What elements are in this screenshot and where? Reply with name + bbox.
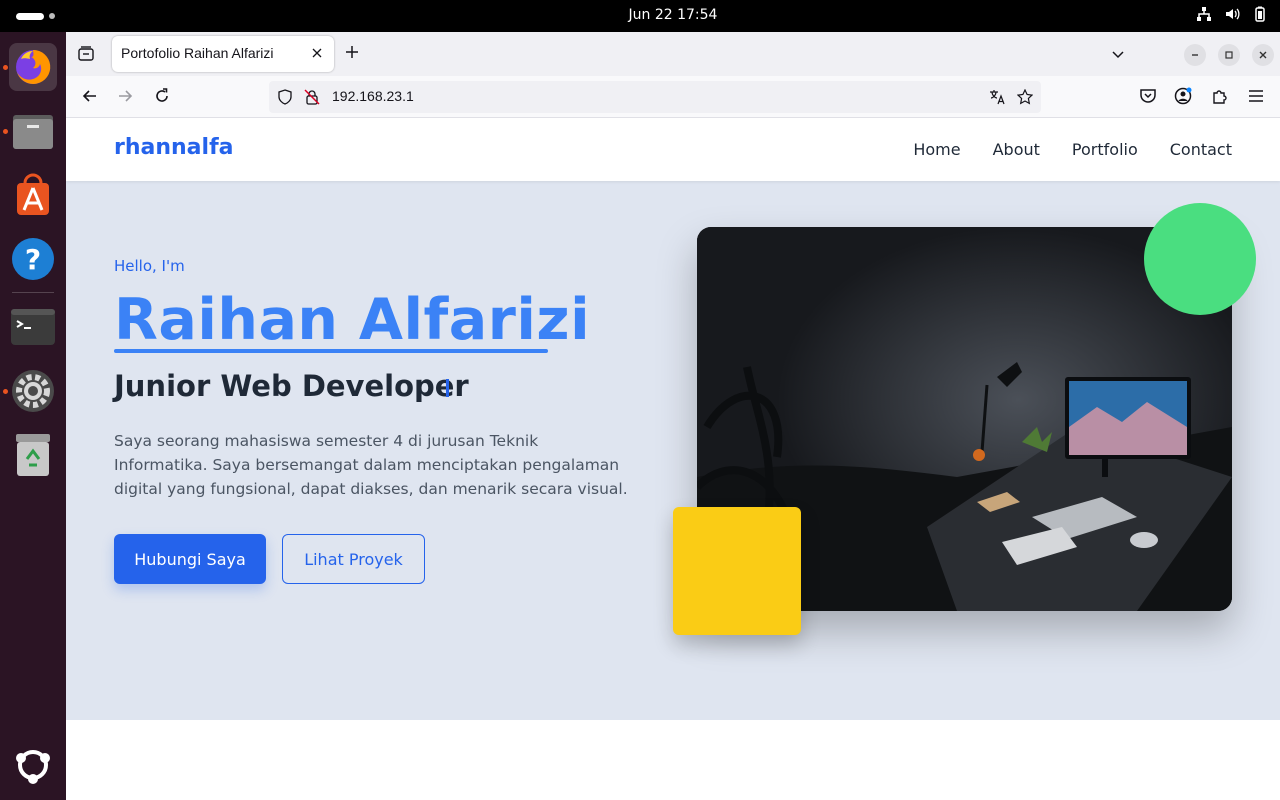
- help-icon[interactable]: ?: [9, 235, 57, 283]
- account-icon[interactable]: [1174, 87, 1192, 105]
- close-window-button[interactable]: [1252, 44, 1274, 66]
- terminal-icon[interactable]: [9, 303, 57, 351]
- app-center-icon[interactable]: [9, 171, 57, 219]
- minimize-button[interactable]: [1184, 44, 1206, 66]
- bookmark-star-icon[interactable]: [1017, 89, 1033, 105]
- dock-separator: [12, 292, 54, 293]
- maximize-button[interactable]: [1218, 44, 1240, 66]
- url-text: 192.168.23.1: [332, 88, 414, 104]
- system-top-bar: Jun 22 17:54: [0, 0, 1280, 32]
- back-icon[interactable]: [81, 87, 99, 105]
- close-tab-icon[interactable]: [310, 46, 324, 60]
- hero-section: Hello, I'm Raihan Alfarizi Junior Web De…: [66, 181, 1280, 720]
- tab-strip: Portofolio Raihan Alfarizi: [66, 32, 1280, 76]
- insecure-lock-icon[interactable]: [304, 89, 320, 105]
- forward-icon[interactable]: [116, 87, 134, 105]
- show-apps-icon[interactable]: [9, 741, 57, 789]
- battery-icon: [1255, 6, 1265, 22]
- decorative-yellow-square: [673, 507, 801, 635]
- settings-icon[interactable]: [9, 367, 57, 415]
- system-clock[interactable]: Jun 22 17:54: [0, 7, 1280, 23]
- nav-link-contact[interactable]: Contact: [1170, 140, 1232, 159]
- name-underline: [114, 349, 548, 353]
- site-nav: Home About Portfolio Contact: [913, 140, 1232, 159]
- hero-greeting: Hello, I'm: [114, 257, 185, 275]
- running-indicator: [3, 65, 8, 70]
- new-tab-icon[interactable]: [344, 44, 360, 60]
- nav-link-about[interactable]: About: [993, 140, 1040, 159]
- reload-icon[interactable]: [153, 87, 171, 105]
- ubuntu-dock: ?: [0, 32, 66, 800]
- site-header: rhannalfa Home About Portfolio Contact: [66, 118, 1280, 181]
- files-icon[interactable]: [9, 107, 57, 155]
- maximize-icon: [1225, 51, 1233, 59]
- firefox-icon[interactable]: [9, 43, 57, 91]
- hero-description: Saya seorang mahasiswa semester 4 di jur…: [114, 432, 628, 498]
- system-tray[interactable]: [1196, 6, 1268, 22]
- firefox-window: Portofolio Raihan Alfarizi 192.168.23.1 …: [66, 32, 1280, 800]
- tab-portfolio[interactable]: Portofolio Raihan Alfarizi: [112, 36, 334, 72]
- view-projects-button[interactable]: Lihat Proyek: [282, 534, 425, 584]
- pocket-icon[interactable]: [1139, 87, 1157, 105]
- web-page: rhannalfa Home About Portfolio Contact H…: [66, 118, 1280, 800]
- network-icon: [1197, 7, 1211, 21]
- running-indicator: [3, 389, 8, 394]
- tracking-protection-icon[interactable]: [277, 89, 293, 105]
- site-logo[interactable]: rhannalfa: [114, 135, 234, 160]
- trash-icon[interactable]: [9, 431, 57, 479]
- menu-icon[interactable]: [1247, 87, 1265, 105]
- extensions-icon[interactable]: [1211, 87, 1229, 105]
- contact-me-button[interactable]: Hubungi Saya: [114, 534, 266, 584]
- hero-role: Junior Web Developer: [114, 369, 469, 403]
- nav-link-portfolio[interactable]: Portfolio: [1072, 140, 1138, 159]
- tab-title: Portofolio Raihan Alfarizi: [121, 45, 274, 61]
- translate-icon[interactable]: [989, 89, 1005, 105]
- close-icon: [1259, 51, 1267, 59]
- running-indicator: [3, 129, 8, 134]
- firefox-view-icon[interactable]: [78, 46, 94, 62]
- typing-caret: [446, 379, 449, 397]
- navigation-toolbar: 192.168.23.1: [66, 76, 1280, 118]
- url-bar[interactable]: 192.168.23.1: [269, 81, 1041, 113]
- decorative-green-circle: [1144, 203, 1256, 315]
- nav-link-home[interactable]: Home: [913, 140, 960, 159]
- volume-icon: [1226, 8, 1240, 20]
- list-all-tabs-icon[interactable]: [1110, 46, 1126, 62]
- minimize-icon: [1192, 54, 1198, 56]
- hero-name: Raihan Alfarizi: [114, 287, 591, 353]
- svg-text:?: ?: [25, 243, 41, 276]
